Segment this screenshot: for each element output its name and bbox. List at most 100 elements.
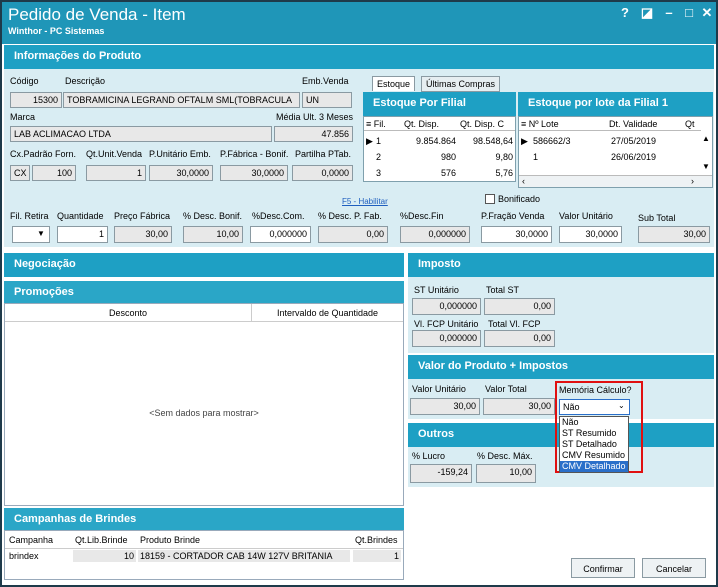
desc-pfab-field[interactable]: 0,00	[318, 226, 388, 243]
valor-unitario-field[interactable]: 30,0000	[559, 226, 622, 243]
f5-habilitar-link[interactable]: F5 - Habilitar	[342, 197, 388, 206]
col-n-lote[interactable]: ≡ Nº Lote	[519, 117, 607, 131]
col-campanha[interactable]: Campanha	[7, 534, 55, 546]
p-unit-emb-label: P.Unitário Emb.	[149, 149, 211, 159]
table-cell[interactable]: 18159 - CORTADOR CAB 14W 127V BRITANIA	[138, 550, 350, 562]
st-unitario-field[interactable]: 0,000000	[412, 298, 481, 315]
option-cmv-detalhado[interactable]: CMV Detalhado	[560, 461, 628, 472]
help-icon[interactable]: ?	[616, 5, 634, 20]
descricao-field[interactable]: TOBRAMICINA LEGRAND OFTALM SML(TOBRACULA	[63, 92, 300, 108]
cancelar-button[interactable]: Cancelar	[642, 558, 706, 578]
close-icon[interactable]: ✕	[698, 5, 716, 21]
desc-com-field[interactable]: 0,000000	[250, 226, 311, 243]
table-cell[interactable]: 1	[353, 550, 401, 562]
table-row[interactable]: 586662/3	[531, 135, 573, 147]
cx-value-field[interactable]: 100	[32, 165, 76, 181]
total-st-label: Total ST	[486, 285, 520, 295]
partilha-field[interactable]: 0,0000	[292, 165, 353, 181]
descricao-label: Descrição	[65, 76, 106, 86]
table-row[interactable]: 1	[374, 135, 383, 147]
total-fcp-field[interactable]: 0,00	[484, 330, 555, 347]
valor-total-field[interactable]: 30,00	[483, 398, 555, 415]
scroll-left-icon[interactable]: ‹	[522, 176, 525, 186]
p-fabrica-field[interactable]: 30,0000	[220, 165, 288, 181]
emb-venda-field[interactable]: UN	[302, 92, 352, 108]
table-cell[interactable]: 27/05/2019	[609, 135, 658, 147]
scroll-up-icon[interactable]: ▲	[700, 133, 712, 144]
emb-venda-label: Emb.Venda	[302, 76, 349, 86]
media-label: Média Ult. 3 Meses	[276, 112, 354, 122]
total-st-field[interactable]: 0,00	[484, 298, 555, 315]
option-cmv-resumido[interactable]: CMV Resumido	[560, 450, 628, 461]
total-fcp-label: Total Vl. FCP	[488, 319, 541, 329]
option-st-detalhado[interactable]: ST Detalhado	[560, 439, 628, 450]
restore-icon[interactable]: ◪	[638, 5, 656, 21]
table-cell[interactable]: 9,80	[458, 151, 515, 163]
qt-unit-field[interactable]: 1	[86, 165, 146, 181]
fil-retira-select[interactable]: ▼	[12, 226, 50, 243]
valor-produto-header: Valor do Produto + Impostos	[408, 355, 714, 379]
col-qt[interactable]: Qt	[683, 117, 701, 131]
tab-estoque[interactable]: Estoque	[372, 76, 416, 91]
table-cell[interactable]: 980	[402, 151, 458, 163]
col-qt-lib-brinde[interactable]: Qt.Lib.Brinde	[73, 534, 130, 546]
col-qt-disp-c[interactable]: Qt. Disp. C	[458, 117, 515, 131]
p-unit-emb-field[interactable]: 30,0000	[149, 165, 213, 181]
codigo-field[interactable]: 15300	[10, 92, 62, 108]
sub-total-field[interactable]: 30,00	[638, 226, 710, 243]
table-cell[interactable]: 26/06/2019	[609, 151, 658, 163]
desc-bonif-label: % Desc. Bonif.	[183, 211, 243, 221]
cx-unit-field[interactable]: CX	[10, 165, 30, 181]
promocoes-header: Promoções	[4, 281, 404, 303]
row-marker-icon: ▶	[521, 136, 528, 146]
table-row[interactable]: brindex	[7, 550, 41, 562]
maximize-icon[interactable]: □	[680, 5, 698, 20]
marca-field[interactable]: LAB ACLIMACAO LTDA	[10, 126, 272, 142]
desc-max-field[interactable]: 10,00	[476, 464, 536, 483]
scroll-right-icon[interactable]: ›	[691, 176, 694, 186]
desc-fin-field[interactable]: 0,000000	[400, 226, 470, 243]
scroll-down-icon[interactable]: ▼	[700, 161, 712, 172]
estoque-lote-grid: ≡ Nº Lote Dt. Validade Qt ▶ 586662/3 27/…	[518, 116, 713, 188]
option-nao[interactable]: Não	[560, 417, 628, 428]
col-desconto[interactable]: Desconto	[5, 308, 251, 318]
table-row[interactable]: 3	[374, 167, 383, 179]
empty-message: <Sem dados para mostrar>	[149, 408, 259, 418]
table-cell[interactable]: 10	[73, 550, 136, 562]
table-cell[interactable]: 9.854.864	[402, 135, 458, 147]
col-qt-disp[interactable]: Qt. Disp.	[402, 117, 458, 131]
desc-fin-label: %Desc.Fin	[400, 211, 444, 221]
col-produto-brinde[interactable]: Produto Brinde	[138, 534, 202, 546]
preco-fabrica-field[interactable]: 30,00	[114, 226, 172, 243]
quantidade-field[interactable]: 1	[57, 226, 108, 243]
minimize-icon[interactable]: –	[660, 5, 678, 20]
col-intervalo-quantidade[interactable]: Intervaldo de Quantidade	[252, 308, 403, 318]
table-cell[interactable]: 576	[402, 167, 458, 179]
lucro-field[interactable]: -159,24	[410, 464, 472, 483]
p-fracao-field[interactable]: 30,0000	[481, 226, 552, 243]
col-fil[interactable]: ≡ Fil.	[364, 117, 402, 131]
table-cell[interactable]: 98.548,64	[458, 135, 515, 147]
tab-ultimas-compras[interactable]: Últimas Compras	[421, 76, 501, 92]
desc-max-label: % Desc. Máx.	[477, 451, 533, 461]
valor-unit-field[interactable]: 30,00	[410, 398, 480, 415]
col-dt-validade[interactable]: Dt. Validade	[607, 117, 683, 131]
chevron-down-icon: ▼	[37, 229, 45, 238]
valor-total-label: Valor Total	[485, 384, 527, 394]
table-cell[interactable]: 5,76	[458, 167, 515, 179]
option-st-resumido[interactable]: ST Resumido	[560, 428, 628, 439]
confirmar-button[interactable]: Confirmar	[571, 558, 635, 578]
desc-com-label: %Desc.Com.	[252, 211, 305, 221]
table-row[interactable]: 2	[374, 151, 383, 163]
fcp-unitario-field[interactable]: 0,000000	[412, 330, 481, 347]
table-row[interactable]: 1	[531, 151, 540, 163]
bonificado-checkbox[interactable]	[485, 194, 495, 204]
desc-bonif-field[interactable]: 10,00	[183, 226, 243, 243]
memoria-calculo-select[interactable]: Não ⌄	[559, 399, 630, 415]
horizontal-scrollbar[interactable]: ‹ ›	[519, 175, 712, 187]
media-field[interactable]: 47.856	[274, 126, 353, 142]
quantidade-label: Quantidade	[57, 211, 104, 221]
fil-retira-label: Fil. Retira	[10, 211, 49, 221]
col-qt-brindes[interactable]: Qt.Brindes	[353, 534, 400, 546]
fcp-unitario-label: Vl. FCP Unitário	[414, 319, 479, 329]
